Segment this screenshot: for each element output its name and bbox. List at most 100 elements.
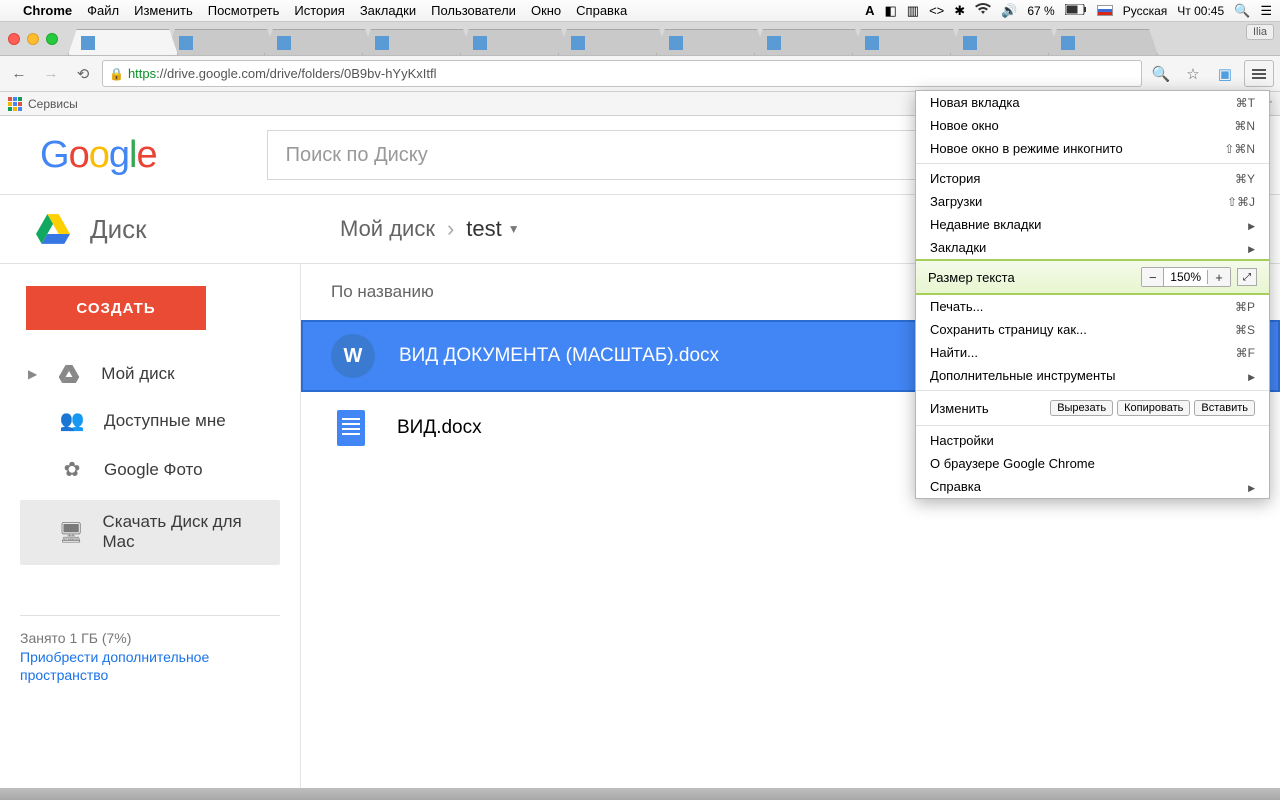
drive-title[interactable]: Диск (90, 214, 147, 245)
menu-item-incognito[interactable]: Новое окно в режиме инкогнито ⇧⌘N (916, 137, 1269, 160)
menu-people[interactable]: Пользователи (431, 3, 516, 18)
menu-item-downloads[interactable]: Загрузки⇧⌘J (916, 190, 1269, 213)
input-lang-flag[interactable] (1097, 5, 1113, 16)
breadcrumb-root[interactable]: Мой диск (340, 216, 435, 242)
apps-icon[interactable] (8, 97, 22, 111)
menu-item-zoom: Размер текста − 150% + ⤢ (916, 259, 1269, 295)
zoom-icon[interactable]: 🔍 (1148, 61, 1174, 87)
zoom-in-button[interactable]: + (1208, 268, 1230, 286)
sidebar-item-mydrive[interactable]: ▶ Мой диск (20, 352, 280, 396)
paste-button[interactable]: Вставить (1194, 400, 1255, 416)
browser-tab[interactable] (950, 29, 1060, 55)
chevron-down-icon[interactable]: ▼ (508, 222, 520, 236)
tray-icon-2[interactable]: ▥ (907, 3, 919, 19)
menu-item-settings[interactable]: Настройки (916, 429, 1269, 452)
url-rest: ://drive.google.com/drive/folders/0B9bv-… (156, 66, 436, 81)
browser-tab[interactable] (68, 29, 178, 55)
menu-item-recent-tabs[interactable]: Недавние вкладки (916, 213, 1269, 236)
shortcut: ⇧⌘N (1224, 142, 1255, 156)
menu-item-new-window[interactable]: Новое окно⌘N (916, 114, 1269, 137)
url-scheme: https (128, 66, 156, 81)
sidebar-item-download[interactable]: 🖥 Скачать Диск для Mac (20, 500, 280, 565)
menu-item-find[interactable]: Найти...⌘F (916, 341, 1269, 364)
menu-item-print[interactable]: Печать...⌘P (916, 295, 1269, 318)
menu-window[interactable]: Окно (531, 3, 561, 18)
drive-search-input[interactable]: Поиск по Диску (267, 130, 947, 180)
browser-tab[interactable] (558, 29, 668, 55)
volume-icon[interactable]: 🔊 (1001, 3, 1017, 19)
menu-item-about[interactable]: О браузере Google Chrome (916, 452, 1269, 475)
forward-button[interactable]: → (38, 61, 64, 87)
sidebar-item-photos[interactable]: ✿ Google Фото (20, 445, 280, 494)
menu-view[interactable]: Посмотреть (208, 3, 280, 18)
menu-edit[interactable]: Изменить (134, 3, 193, 18)
back-button[interactable]: ← (6, 61, 32, 87)
menu-help[interactable]: Справка (576, 3, 627, 18)
tab-favicon (277, 36, 291, 50)
browser-tab[interactable] (264, 29, 374, 55)
zoom-label: Размер текста (928, 270, 1015, 285)
window-controls (8, 33, 58, 45)
menu-item-new-tab[interactable]: Новая вкладка⌘T (916, 91, 1269, 114)
menu-label: Новое окно в режиме инкогнито (930, 141, 1123, 156)
tray-icon-code[interactable]: <> (929, 3, 944, 18)
storage-upgrade-link[interactable]: Приобрести дополнительное пространство (20, 648, 280, 684)
bluetooth-icon[interactable]: ✱ (954, 3, 965, 19)
extension-icon[interactable]: ▣ (1212, 61, 1238, 87)
tab-favicon (865, 36, 879, 50)
zoom-out-button[interactable]: − (1142, 268, 1164, 286)
menu-item-help[interactable]: Справка (916, 475, 1269, 498)
menu-item-more-tools[interactable]: Дополнительные инструменты (916, 364, 1269, 387)
tray-icon-1[interactable]: ◧ (885, 3, 897, 19)
reload-button[interactable]: ⟲ (70, 61, 96, 87)
star-icon[interactable]: ☆ (1180, 61, 1206, 87)
address-bar[interactable]: 🔒 https://drive.google.com/drive/folders… (102, 60, 1142, 87)
tab-favicon (473, 36, 487, 50)
maximize-window[interactable] (46, 33, 58, 45)
menu-label: Дополнительные инструменты (930, 368, 1116, 383)
tab-favicon (81, 36, 95, 50)
app-menu[interactable]: Chrome (23, 3, 72, 18)
sidebar-item-shared[interactable]: 👥 Доступные мне (20, 396, 280, 445)
adobe-icon[interactable]: A (865, 3, 874, 18)
menu-bookmarks[interactable]: Закладки (360, 3, 416, 18)
chrome-window-bar: Ilia (0, 22, 1280, 56)
menu-item-history[interactable]: История⌘Y (916, 167, 1269, 190)
menu-file[interactable]: Файл (87, 3, 119, 18)
profile-badge[interactable]: Ilia (1246, 24, 1274, 40)
menu-history[interactable]: История (294, 3, 344, 18)
input-lang[interactable]: Русская (1123, 4, 1168, 18)
tab-favicon (669, 36, 683, 50)
expand-icon[interactable]: ▶ (28, 367, 37, 381)
minimize-window[interactable] (27, 33, 39, 45)
menu-separator (916, 390, 1269, 391)
battery-icon[interactable] (1065, 4, 1087, 18)
google-logo[interactable]: Google (40, 133, 157, 177)
menu-label: Сохранить страницу как... (930, 322, 1087, 337)
zoom-percent: 150% (1164, 270, 1208, 284)
browser-tab[interactable] (656, 29, 766, 55)
browser-tab[interactable] (362, 29, 472, 55)
tab-favicon (375, 36, 389, 50)
fullscreen-button[interactable]: ⤢ (1237, 268, 1257, 286)
browser-tab[interactable] (754, 29, 864, 55)
shortcut: ⌘Y (1235, 172, 1255, 186)
create-button[interactable]: СОЗДАТЬ (26, 286, 206, 330)
clock[interactable]: Чт 00:45 (1177, 4, 1224, 18)
cut-button[interactable]: Вырезать (1050, 400, 1113, 416)
browser-tab[interactable] (166, 29, 276, 55)
wifi-icon[interactable] (975, 3, 991, 18)
tab-favicon (963, 36, 977, 50)
menu-item-save-as[interactable]: Сохранить страницу как...⌘S (916, 318, 1269, 341)
close-window[interactable] (8, 33, 20, 45)
browser-tab[interactable] (460, 29, 570, 55)
copy-button[interactable]: Копировать (1117, 400, 1190, 416)
browser-tab[interactable] (1048, 29, 1158, 55)
bookmarks-apps-label[interactable]: Сервисы (28, 97, 78, 111)
notification-center-icon[interactable]: ☰ (1260, 3, 1272, 19)
chrome-menu-button[interactable] (1244, 60, 1274, 87)
spotlight-icon[interactable]: 🔍 (1234, 3, 1250, 19)
breadcrumb-current[interactable]: test ▼ (466, 216, 519, 242)
menu-item-bookmarks[interactable]: Закладки (916, 236, 1269, 259)
browser-tab[interactable] (852, 29, 962, 55)
